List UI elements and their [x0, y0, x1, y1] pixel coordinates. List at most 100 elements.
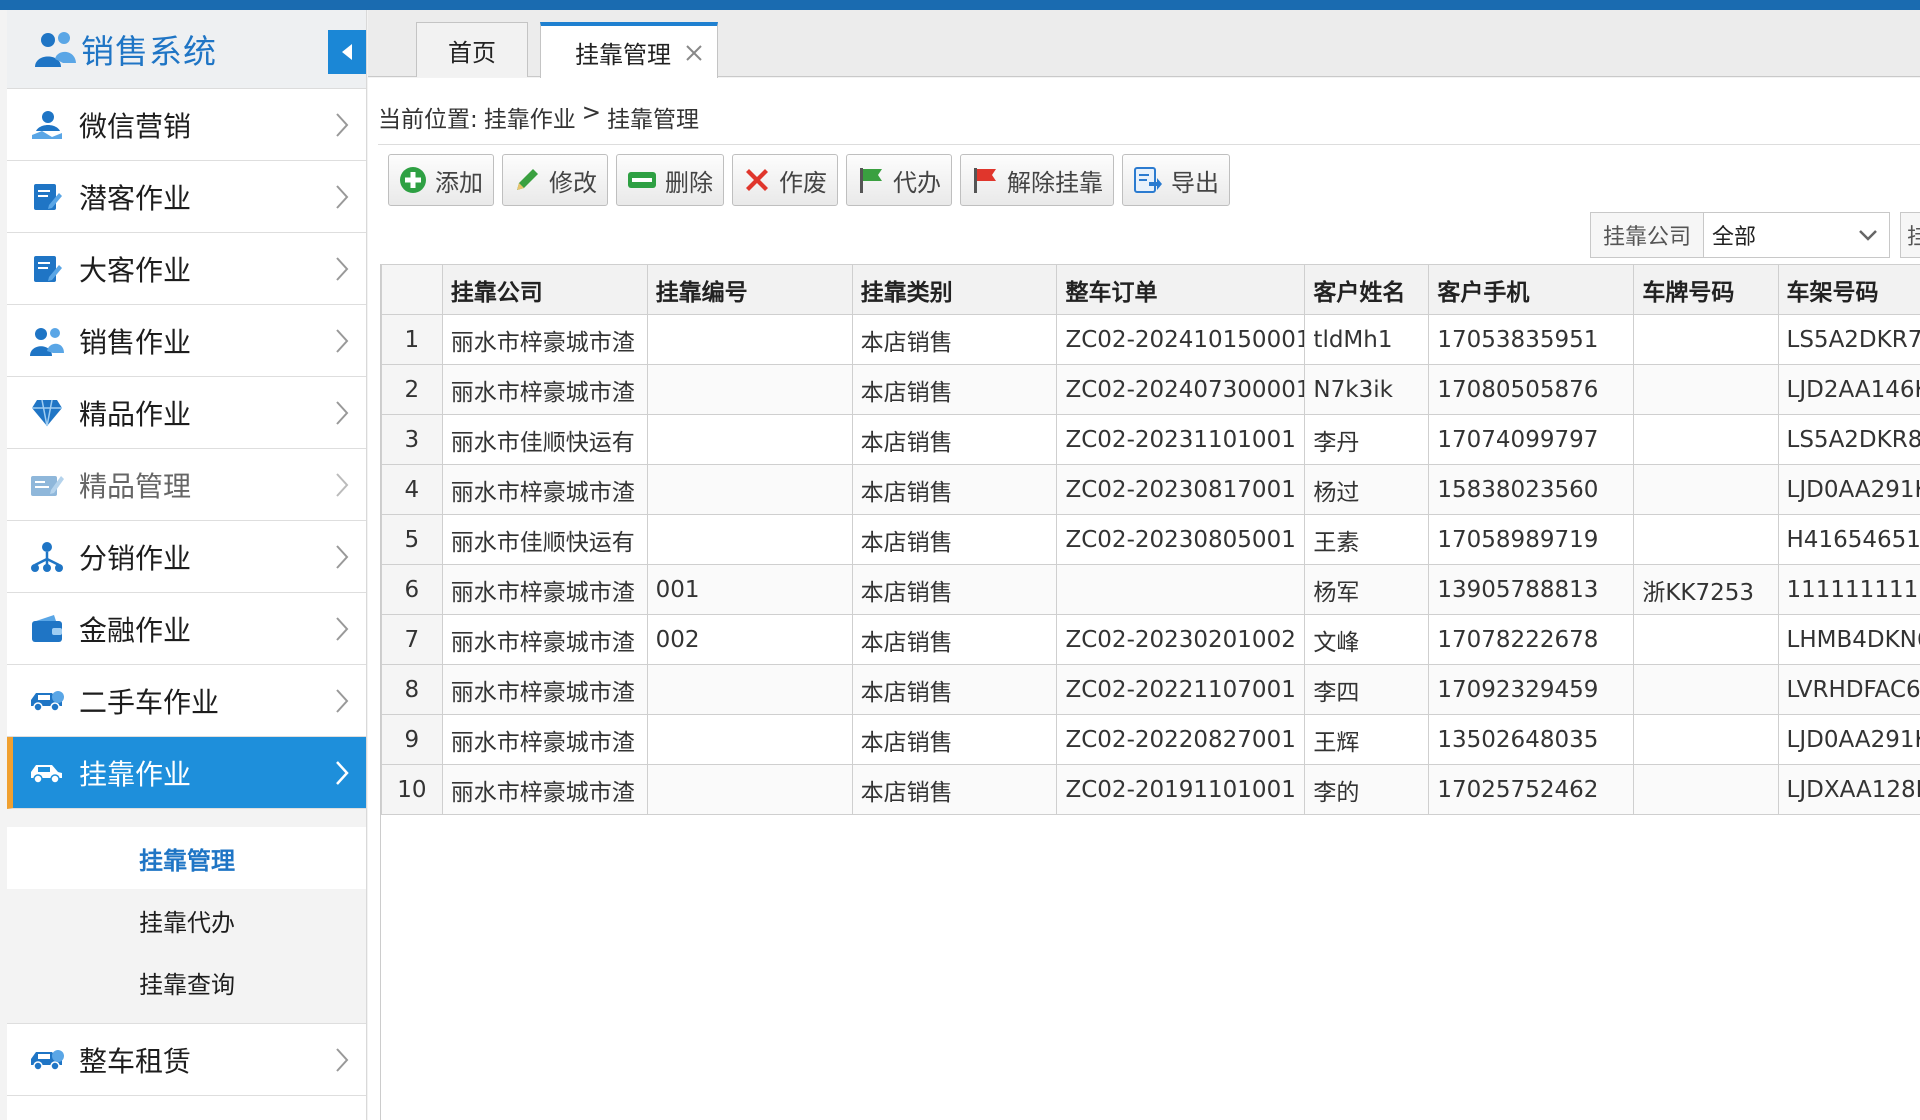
table-row[interactable]: 6 丽水市梓豪城市渣 001 本店销售 杨军 13905788813 浙KK7253 1111…	[381, 564, 1920, 615]
chevron-down-icon	[1859, 230, 1877, 241]
table-cell: ZC02-20191101001	[1056, 764, 1306, 815]
sidebar-item-prospect[interactable]: 潜客作业	[7, 161, 366, 233]
table-cell: ZC02-20230201002	[1056, 614, 1306, 665]
table-cell	[1633, 764, 1779, 815]
table-cell: LS5A2DKR7PA107	[1777, 314, 1920, 365]
table-cell: ZC02-20230817001	[1056, 464, 1306, 515]
sidebar-item-used-car[interactable]: 二手车作业	[7, 665, 366, 737]
sidebar-item-label: 整车租赁	[79, 1044, 192, 1078]
table-cell: 17053835951	[1428, 314, 1635, 365]
sidebar-item-sales[interactable]: 销售作业	[7, 305, 366, 377]
row-number: 9	[381, 714, 443, 765]
table-cell: 002	[646, 614, 853, 665]
company-select[interactable]: 全部	[1704, 212, 1890, 258]
sidebar-item-car-rental[interactable]: 整车租赁	[7, 1024, 366, 1096]
sidebar-item-affiliation[interactable]: 挂靠作业	[7, 737, 366, 809]
row-number: 3	[381, 414, 443, 465]
table-cell: 17092329459	[1428, 664, 1635, 715]
column-header[interactable]: 客户姓名	[1304, 264, 1430, 315]
sidebar-item-key-account[interactable]: 大客作业	[7, 233, 366, 305]
sidebar-item-wechat-marketing[interactable]: 微信营销	[7, 89, 366, 161]
sidebar-item-label: 分销作业	[79, 541, 192, 575]
row-number: 1	[381, 314, 443, 365]
minus-icon	[628, 172, 656, 188]
table-cell	[646, 464, 853, 515]
table-row[interactable]: 8 丽水市梓豪城市渣 本店销售 ZC02-20221107001 李四 170923294…	[381, 664, 1920, 715]
table-cell	[1633, 664, 1779, 715]
table-cell: ZC02-20221107001	[1056, 664, 1306, 715]
column-header[interactable]: 车牌号码	[1633, 264, 1779, 315]
close-icon[interactable]	[685, 44, 703, 62]
sidebar-item-boutique-management[interactable]: 精品管理	[7, 449, 366, 521]
table-cell	[646, 364, 853, 415]
sidebar-collapse-button[interactable]	[328, 30, 366, 74]
sidebar-item-label: 销售作业	[79, 325, 192, 359]
table-cell	[646, 714, 853, 765]
table-cell: 15838023560	[1428, 464, 1635, 515]
sidebar-item-boutique[interactable]: 精品作业	[7, 377, 366, 449]
table-cell	[646, 764, 853, 815]
sidebar-item-finance[interactable]: 金融作业	[7, 593, 366, 665]
submenu-item-affiliation-agent[interactable]: 挂靠代办	[7, 889, 366, 951]
sidebar-item-distribution[interactable]: 分销作业	[7, 521, 366, 593]
export-button[interactable]: 导出	[1122, 154, 1230, 206]
column-header[interactable]: 挂靠编号	[646, 264, 853, 315]
table-cell: 本店销售	[851, 714, 1058, 765]
table-cell: ZC02-20230805001	[1056, 514, 1306, 565]
table-cell: 17025752462	[1428, 764, 1635, 815]
boutique-management-icon	[27, 467, 67, 503]
breadcrumb-page: 挂靠管理	[607, 107, 700, 133]
table-cell: 本店销售	[851, 664, 1058, 715]
table-cell: 11111111111111111	[1777, 564, 1920, 615]
tab-affiliation-management[interactable]: 挂靠管理	[540, 22, 718, 79]
table-row[interactable]: 2 丽水市梓豪城市渣 本店销售 ZC02-202407300001 N7k3ik 1708…	[381, 364, 1920, 415]
column-header[interactable]: 挂靠类别	[851, 264, 1058, 315]
submenu-item-affiliation-query[interactable]: 挂靠查询	[7, 951, 366, 1013]
sidebar-item-label: 精品管理	[79, 469, 192, 503]
table-row[interactable]: 1 丽水市梓豪城市渣 本店销售 ZC02-202410150001 tldMh1 1705…	[381, 314, 1920, 365]
table-cell: 丽水市梓豪城市渣	[441, 614, 648, 665]
table-cell: tldMh1	[1304, 314, 1430, 365]
release-affiliation-button[interactable]: 解除挂靠	[960, 154, 1114, 206]
column-header[interactable]: 整车订单	[1056, 264, 1306, 315]
sidebar-item-label: 金融作业	[79, 613, 192, 647]
tab-label: 首页	[448, 38, 496, 67]
export-icon	[1134, 167, 1162, 193]
edit-button[interactable]: 修改	[502, 154, 608, 206]
table-cell: ZC02-202407300001	[1056, 364, 1306, 415]
submenu-item-affiliation-management[interactable]: 挂靠管理	[7, 827, 366, 889]
table-cell: ZC02-202410150001	[1056, 314, 1306, 365]
table-row[interactable]: 4 丽水市梓豪城市渣 本店销售 ZC02-20230817001 杨过 158380235…	[381, 464, 1920, 515]
table-row[interactable]: 7 丽水市梓豪城市渣 002 本店销售 ZC02-20230201002 文峰 170782…	[381, 614, 1920, 665]
table-cell: LS5A2DKR8PA107	[1777, 414, 1920, 465]
table-cell: 浙KK7253	[1633, 564, 1779, 615]
table-cell: 17080505876	[1428, 364, 1635, 415]
export-button-label: 导出	[1171, 168, 1219, 197]
table-cell: 丽水市梓豪城市渣	[441, 664, 648, 715]
column-header[interactable]: 挂靠公司	[441, 264, 648, 315]
next-filter-label: 挂	[1900, 212, 1920, 258]
table-cell	[1633, 514, 1779, 565]
table-row[interactable]: 10 丽水市梓豪城市渣 本店销售 ZC02-20191101001 李的 17025752…	[381, 764, 1920, 815]
tab-home[interactable]: 首页	[416, 22, 528, 77]
table-row[interactable]: 5 丽水市佳顺快运有 本店销售 ZC02-20230805001 王素 170589897…	[381, 514, 1920, 565]
column-header[interactable]: 车架号码	[1777, 264, 1920, 315]
divider	[378, 144, 1920, 145]
column-header[interactable]: 客户手机	[1428, 264, 1635, 315]
table-cell: 本店销售	[851, 564, 1058, 615]
wallet-icon	[27, 611, 67, 647]
table-cell: 13502648035	[1428, 714, 1635, 765]
agent-button[interactable]: 代办	[846, 154, 952, 206]
delete-button[interactable]: 删除	[616, 154, 724, 206]
sidebar-item-label: 挂靠作业	[79, 757, 192, 791]
table-row[interactable]: 9 丽水市梓豪城市渣 本店销售 ZC02-20220827001 王辉 135026480…	[381, 714, 1920, 765]
table-cell: N7k3ik	[1304, 364, 1430, 415]
chevron-right-icon	[336, 473, 349, 497]
table-cell: LJD0AA291K0090	[1777, 714, 1920, 765]
add-button[interactable]: 添加	[388, 154, 494, 206]
void-button[interactable]: 作废	[732, 154, 838, 206]
sidebar-item-label: 精品作业	[79, 397, 192, 431]
breadcrumb-prefix: 当前位置:	[378, 107, 478, 133]
table-row[interactable]: 3 丽水市佳顺快运有 本店销售 ZC02-20231101001 李丹 170740997…	[381, 414, 1920, 465]
chevron-right-icon	[336, 257, 349, 281]
